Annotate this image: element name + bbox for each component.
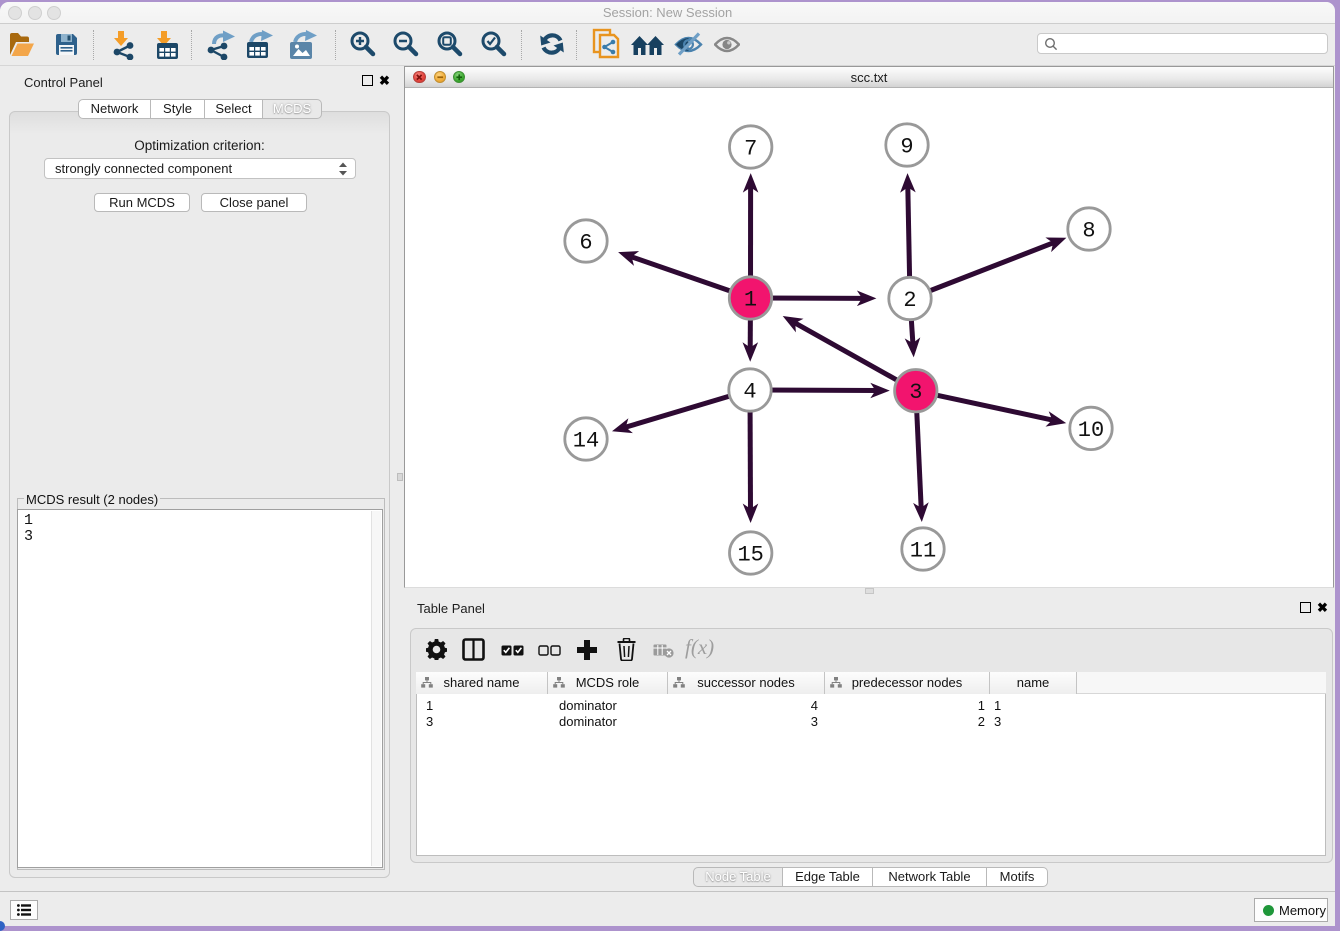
svg-text:7: 7 [744, 137, 757, 162]
svg-text:2: 2 [903, 288, 916, 313]
svg-text:1: 1 [744, 288, 757, 313]
svg-text:14: 14 [573, 429, 599, 454]
svg-text:9: 9 [900, 135, 913, 160]
svg-text:4: 4 [743, 380, 756, 405]
svg-text:10: 10 [1078, 418, 1104, 443]
svg-text:8: 8 [1082, 219, 1095, 244]
svg-text:3: 3 [909, 380, 922, 405]
svg-text:15: 15 [737, 543, 763, 568]
svg-text:11: 11 [910, 539, 936, 564]
svg-text:6: 6 [579, 231, 592, 256]
